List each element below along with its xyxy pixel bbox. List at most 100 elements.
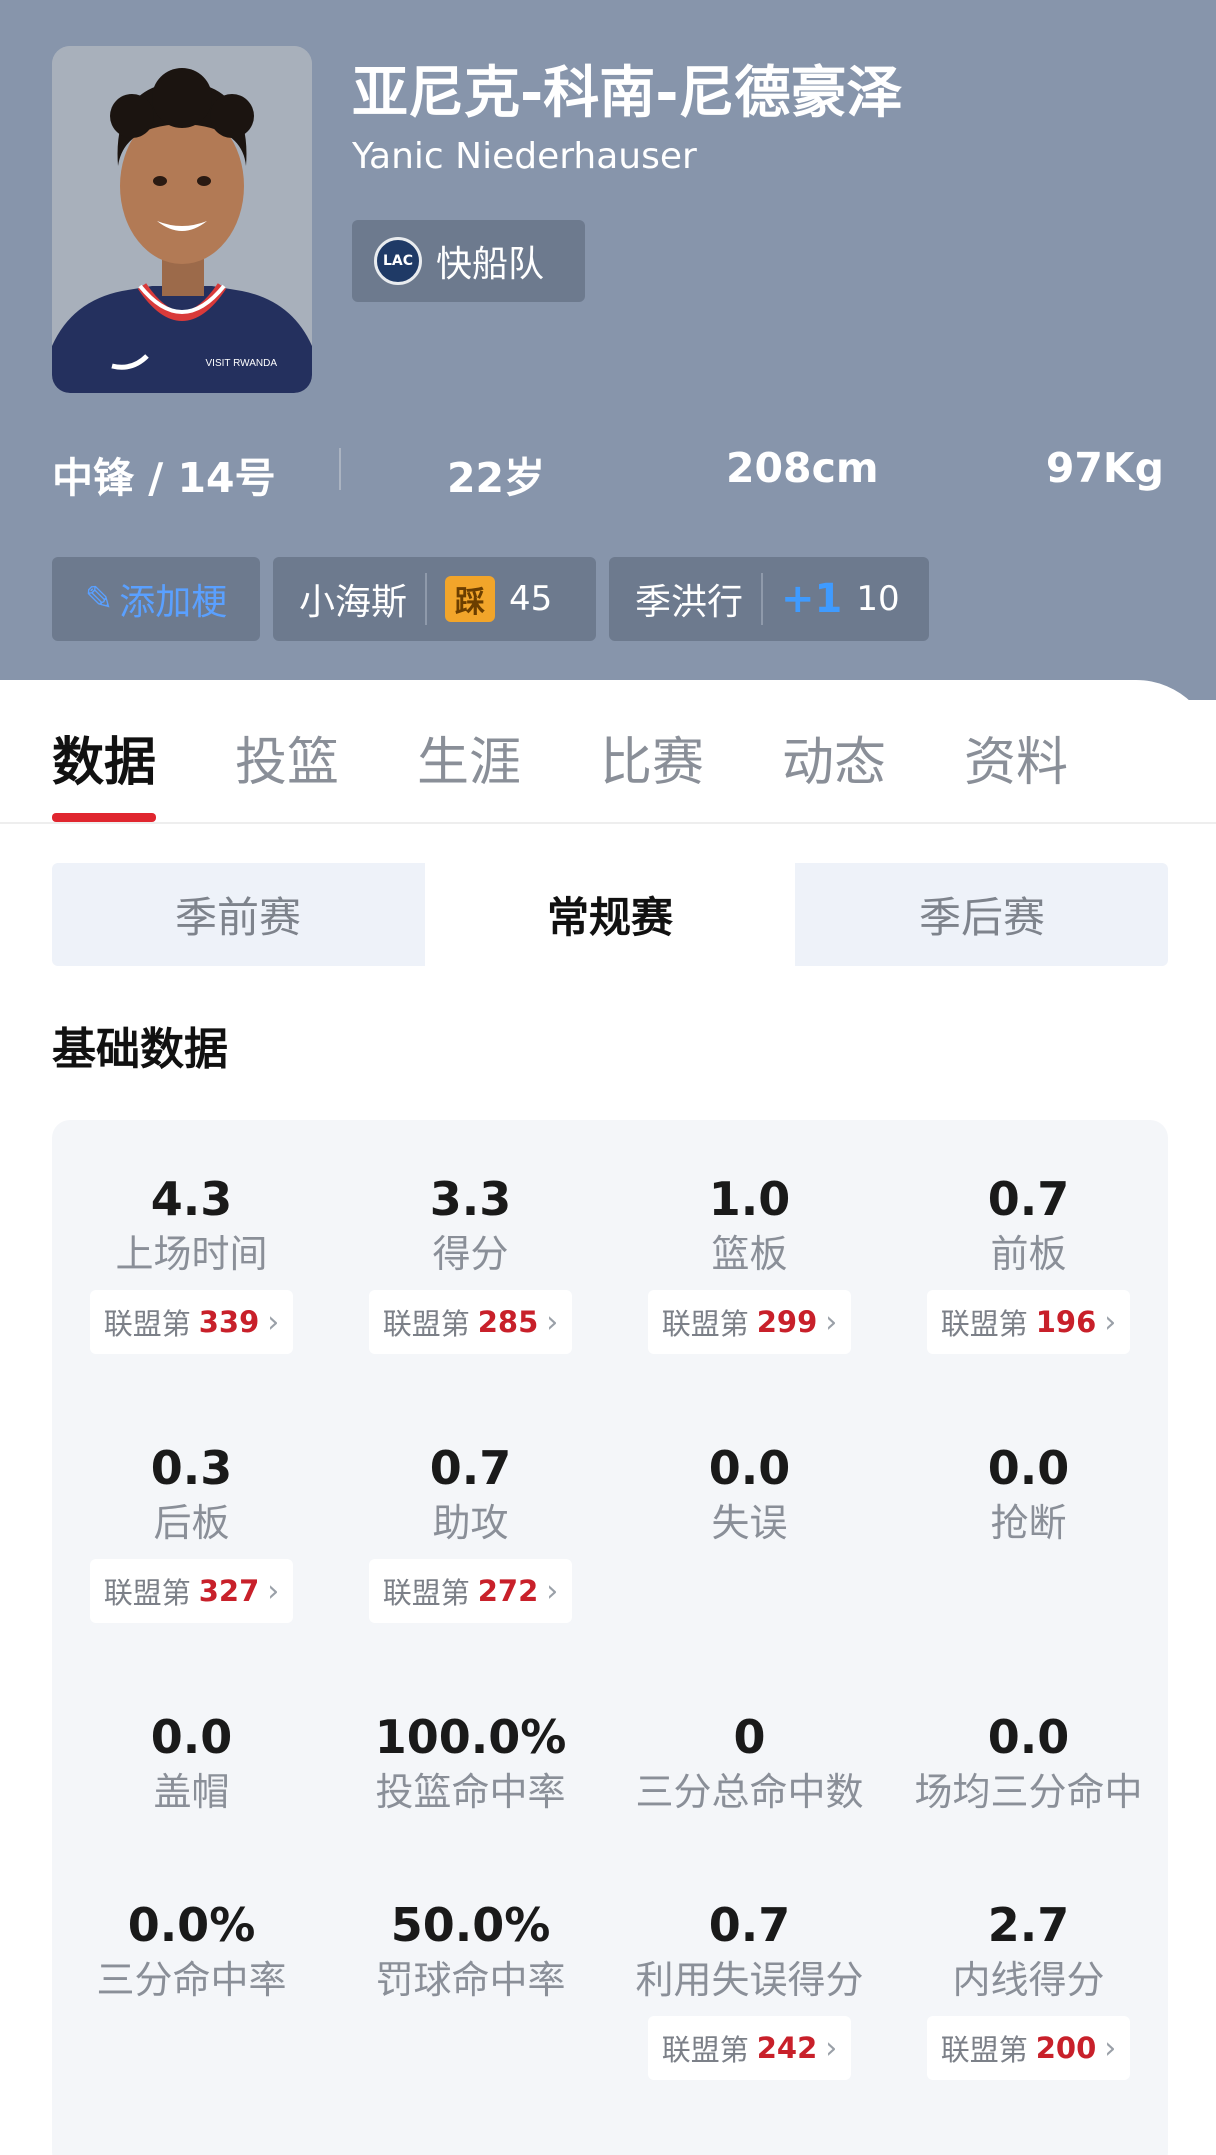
- stat-value: 2.7: [987, 1898, 1070, 1952]
- stat-turnovers: 0.0 失误: [610, 1439, 889, 1549]
- stat-label: 助攻: [432, 1501, 509, 1545]
- league-rank-link[interactable]: 联盟第 285 ›: [368, 1290, 573, 1354]
- weight: 97Kg: [1045, 444, 1164, 492]
- meme-tag-2-count: 10: [856, 579, 900, 619]
- chevron-right-icon: ›: [1104, 1304, 1117, 1340]
- stat-label: 三分总命中数: [635, 1770, 864, 1814]
- player-header: VISIT RWANDA 亚尼克-科南-尼德豪泽 Yanic Niederhau…: [0, 0, 1216, 700]
- tab-data[interactable]: 数据: [52, 720, 156, 795]
- team-name: 快船队: [436, 244, 545, 285]
- tab-shooting[interactable]: 投篮: [235, 720, 339, 795]
- league-rank-link[interactable]: 联盟第 200 ›: [926, 2016, 1131, 2080]
- team-chip[interactable]: LAC 快船队: [352, 220, 585, 302]
- stat-label: 内线得分: [952, 1958, 1105, 2002]
- stat-value: 0.7: [987, 1172, 1070, 1226]
- league-rank-link[interactable]: 联盟第 299 ›: [647, 1290, 852, 1354]
- stat-label: 抢断: [990, 1501, 1067, 1545]
- rank-prefix: 联盟第: [661, 1307, 749, 1341]
- stat-value: 1.0: [708, 1172, 791, 1226]
- rank-prefix: 联盟第: [103, 1576, 191, 1610]
- stat-label: 失误: [711, 1501, 788, 1545]
- rank-prefix: 联盟第: [103, 1307, 191, 1341]
- stat-value: 0.7: [429, 1441, 512, 1495]
- stat-paint-points: 2.7 内线得分 联盟第 200 ›: [889, 1896, 1168, 2080]
- chevron-right-icon: ›: [825, 1304, 838, 1340]
- stat-label: 后板: [153, 1501, 230, 1545]
- season-preseason[interactable]: 季前赛: [52, 863, 424, 966]
- active-tab-indicator: [52, 813, 156, 822]
- tab-news[interactable]: 动态: [782, 720, 886, 795]
- stat-steals: 0.0 抢断: [889, 1439, 1168, 1549]
- add-meme-button[interactable]: ✎ 添加梗: [52, 557, 260, 641]
- season-regular[interactable]: 常规赛: [425, 863, 795, 966]
- chevron-right-icon: ›: [825, 2030, 838, 2066]
- league-rank-link[interactable]: 联盟第 196 ›: [926, 1290, 1131, 1354]
- chevron-right-icon: ›: [267, 1304, 280, 1340]
- stat-points-off-turnovers: 0.7 利用失误得分 联盟第 242 ›: [610, 1896, 889, 2080]
- stat-blocks: 0.0 盖帽: [52, 1708, 331, 1818]
- stat-value: 0.0: [987, 1441, 1070, 1495]
- league-rank-link[interactable]: 联盟第 339 ›: [89, 1290, 294, 1354]
- meme-tag-1[interactable]: 小海斯 踩 45: [273, 557, 596, 641]
- stat-label: 三分命中率: [96, 1958, 287, 2002]
- tab-career[interactable]: 生涯: [417, 720, 521, 795]
- meme-tag-2[interactable]: 季洪行 +1 10: [609, 557, 929, 641]
- stat-three-total-made: 0 三分总命中数: [610, 1708, 889, 1818]
- stat-label: 场均三分命中: [914, 1770, 1143, 1814]
- stat-fg-percentage: 100.0% 投篮命中率: [331, 1708, 610, 1818]
- chevron-right-icon: ›: [267, 1573, 280, 1609]
- stat-rebounds: 1.0 篮板 联盟第 299 ›: [610, 1170, 889, 1354]
- tab-bar: 数据 投篮 生涯 比赛 动态 资料: [52, 720, 1164, 810]
- tabs-divider: [0, 822, 1216, 824]
- stat-minutes: 4.3 上场时间 联盟第 339 ›: [52, 1170, 331, 1354]
- rank-number: 327: [198, 1574, 260, 1608]
- rank-number: 242: [756, 2031, 818, 2065]
- player-name-en: Yanic Niederhauser: [352, 136, 697, 177]
- stat-value: 0.0: [708, 1441, 791, 1495]
- rank-number: 285: [477, 1305, 539, 1339]
- rank-number: 339: [198, 1305, 260, 1339]
- stat-label: 得分: [432, 1232, 509, 1276]
- rank-number: 200: [1035, 2031, 1097, 2065]
- league-rank-link[interactable]: 联盟第 242 ›: [647, 2016, 852, 2080]
- add-meme-label: 添加梗: [119, 582, 228, 623]
- stat-assists: 0.7 助攻 联盟第 272 ›: [331, 1439, 610, 1623]
- content-panel: 数据 投篮 生涯 比赛 动态 资料 季前赛 常规赛 季后赛 基础数据 4.3 上…: [0, 680, 1216, 2155]
- stats-grid: 4.3 上场时间 联盟第 339 › 3.3 得分 联盟第 285 › 1.0 篮板 联…: [52, 1120, 1168, 2155]
- section-title: 基础数据: [52, 1024, 228, 1075]
- chevron-right-icon: ›: [1104, 2030, 1117, 2066]
- rank-number: 299: [756, 1305, 818, 1339]
- meme-tag-1-count: 45: [509, 579, 553, 619]
- season-playoffs[interactable]: 季后赛: [796, 863, 1168, 966]
- info-divider: [339, 448, 341, 490]
- stat-points: 3.3 得分 联盟第 285 ›: [331, 1170, 610, 1354]
- jersey-text: VISIT RWANDA: [206, 358, 278, 369]
- rank-number: 196: [1035, 1305, 1097, 1339]
- stat-label: 上场时间: [115, 1232, 268, 1276]
- stat-label: 前板: [990, 1232, 1067, 1276]
- rank-prefix: 联盟第: [382, 1576, 470, 1610]
- player-photo-image: VISIT RWANDA: [52, 46, 312, 393]
- tab-games[interactable]: 比赛: [600, 720, 704, 795]
- stat-label: 利用失误得分: [635, 1958, 864, 2002]
- stat-offensive-rebounds: 0.7 前板 联盟第 196 ›: [889, 1170, 1168, 1354]
- height: 208cm: [726, 444, 879, 492]
- chevron-right-icon: ›: [546, 1573, 559, 1609]
- age: 22岁: [447, 454, 546, 502]
- tag-divider: [761, 573, 764, 625]
- stat-label: 盖帽: [153, 1770, 230, 1814]
- stat-value: 0.0: [987, 1710, 1070, 1764]
- plus-one-icon: +1: [781, 576, 843, 622]
- rank-prefix: 联盟第: [940, 1307, 1028, 1341]
- team-logo-icon: LAC: [374, 237, 422, 285]
- season-type-selector: 季前赛 常规赛 季后赛: [52, 863, 1168, 966]
- rank-prefix: 联盟第: [661, 2033, 749, 2067]
- league-rank-link[interactable]: 联盟第 327 ›: [89, 1559, 294, 1623]
- league-rank-link[interactable]: 联盟第 272 ›: [368, 1559, 573, 1623]
- meme-tag-2-label: 季洪行: [635, 582, 744, 623]
- stat-three-per-game: 0.0 场均三分命中: [889, 1708, 1168, 1818]
- stat-value: 0.3: [150, 1441, 233, 1495]
- stat-value: 0.7: [708, 1898, 791, 1952]
- chevron-right-icon: ›: [546, 1304, 559, 1340]
- tab-profile[interactable]: 资料: [964, 720, 1068, 795]
